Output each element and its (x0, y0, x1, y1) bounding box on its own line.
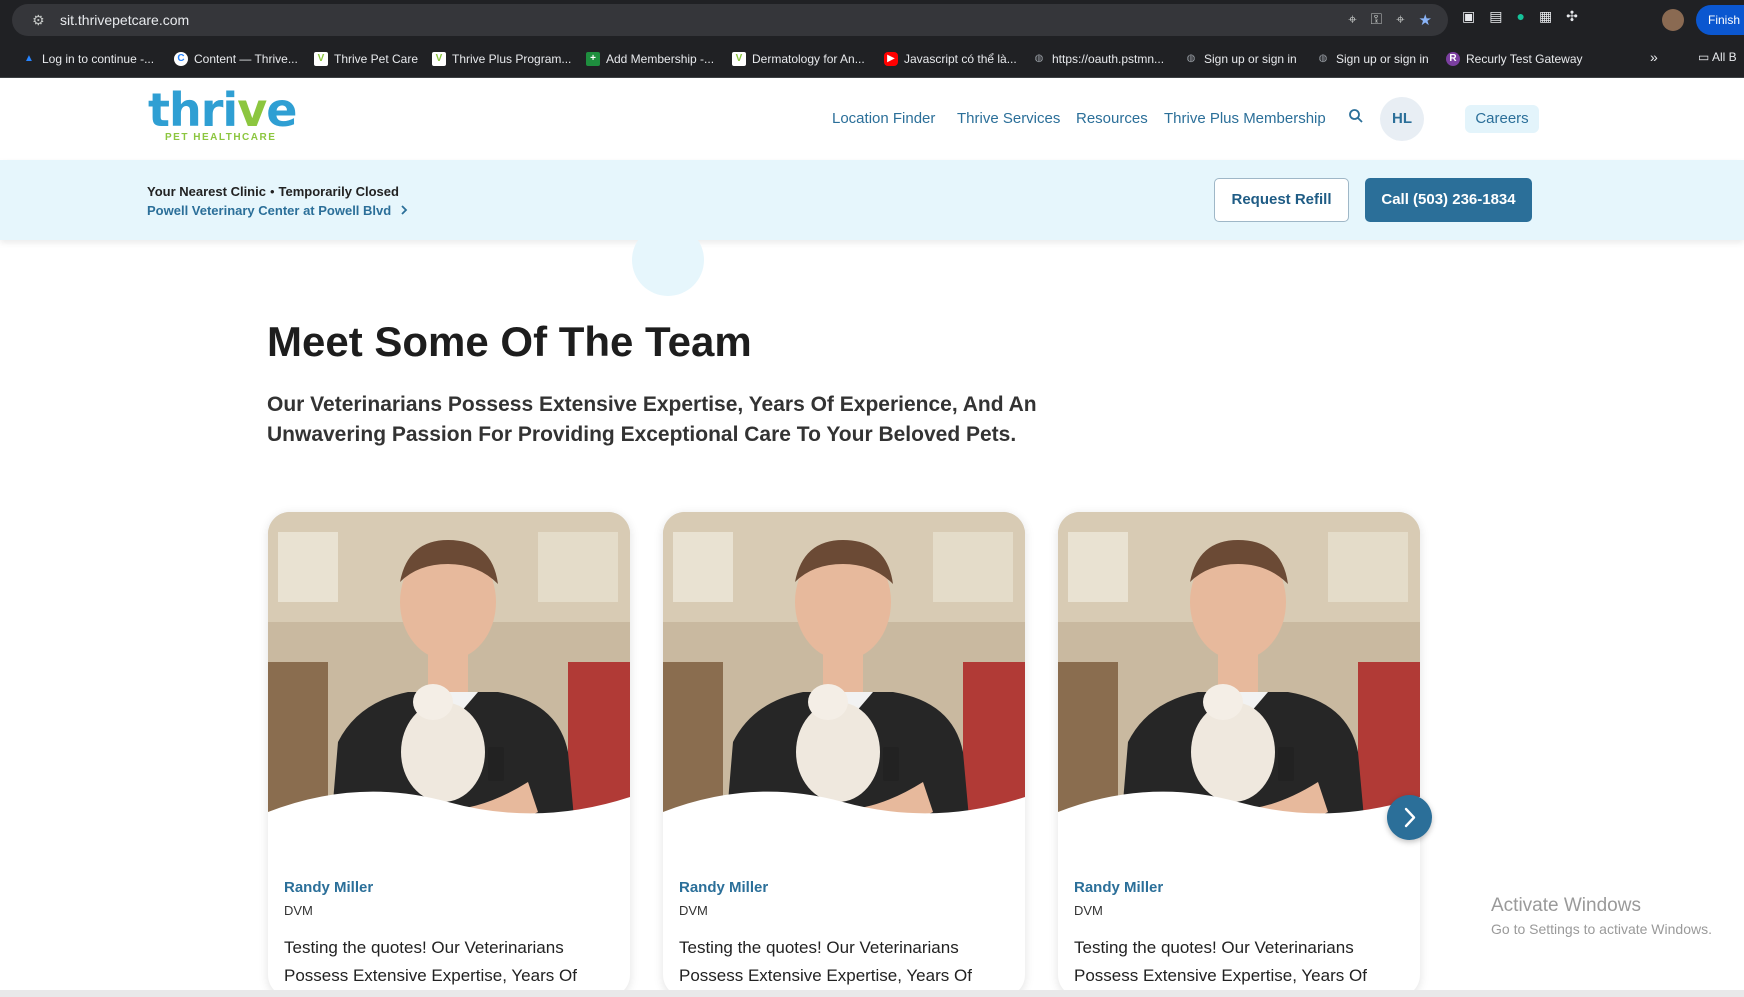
location-icon[interactable]: ⌖ (1348, 11, 1356, 29)
logo-wordmark: thrive (148, 83, 297, 137)
team-member-quote: Testing the quotes! Our Veterinarians Po… (284, 938, 577, 985)
url-text[interactable]: sit.thrivepetcare.com (60, 12, 189, 28)
bookmark-item[interactable]: V Thrive Plus Program... (432, 50, 571, 68)
globe-icon: ◍ (1034, 53, 1044, 64)
youtube-icon: ▶ (884, 52, 898, 66)
team-member-card[interactable]: Randy Miller DVM Testing the quotes! Our… (1058, 512, 1420, 997)
careers-button[interactable]: Careers (1465, 105, 1539, 133)
chevron-right-icon (1387, 807, 1432, 844)
team-member-title: DVM (679, 903, 708, 918)
chevron-right-icon (395, 203, 409, 218)
nav-thrive-services[interactable]: Thrive Services (957, 110, 1060, 127)
browser-toolbar: ⚙ sit.thrivepetcare.com ⌖ ⚿ ⌖ ★ ▣ ▤ ● ▦ … (0, 0, 1744, 40)
decorative-circle (632, 224, 704, 296)
team-member-photo (268, 512, 630, 862)
bookmark-item[interactable]: ◍ https://oauth.pstmn... (1032, 50, 1164, 68)
taskbar-edge (0, 990, 1744, 997)
team-member-card[interactable]: Randy Miller DVM Testing the quotes! Our… (268, 512, 630, 997)
team-member-name: Randy Miller (284, 879, 374, 896)
bookmark-item[interactable]: + Add Membership -... (586, 50, 714, 68)
team-section-subtitle: Our Veterinarians Possess Extensive Expe… (267, 393, 1037, 446)
team-member-title: DVM (284, 903, 313, 918)
all-bookmarks-folder[interactable]: ▭ All B (1698, 50, 1737, 64)
bookmark-item[interactable]: R Recurly Test Gateway (1446, 50, 1583, 68)
call-clinic-button[interactable]: Call (503) 236-1834 (1365, 178, 1532, 222)
thrive-icon: V (314, 52, 328, 66)
contentful-icon: C (174, 52, 188, 66)
bookmarks-bar: ▲ Log in to continue -... C Content — Thri… (0, 40, 1744, 78)
bookmark-item[interactable]: ▶ Javascript có thể là... (884, 50, 1017, 68)
team-member-title: DVM (1074, 903, 1103, 918)
extensions-bar: ▣ ▤ ● ▦ ✣ (1462, 8, 1578, 25)
key-icon[interactable]: ⚿ (1371, 11, 1382, 29)
search-icon[interactable] (1348, 108, 1364, 129)
bookmark-item[interactable]: C Content — Thrive... (174, 50, 298, 68)
bookmark-star-icon[interactable]: ★ (1419, 11, 1432, 29)
globe-icon: ◍ (1186, 53, 1196, 64)
team-member-card[interactable]: Randy Miller DVM Testing the quotes! Our… (663, 512, 1025, 997)
team-member-name: Randy Miller (1074, 879, 1164, 896)
user-avatar[interactable]: HL (1380, 97, 1424, 141)
carousel-next-button[interactable] (1387, 795, 1432, 840)
team-section-title: Meet Some Of The Team (267, 318, 752, 365)
request-refill-button[interactable]: Request Refill (1214, 178, 1349, 222)
thrive-icon: V (432, 52, 446, 66)
team-member-quote: Testing the quotes! Our Veterinarians Po… (1074, 938, 1367, 985)
bookmark-item[interactable]: ◍ Sign up or sign in (1316, 50, 1429, 68)
bookmark-item[interactable]: V Thrive Pet Care (314, 50, 418, 68)
thrive-icon: V (732, 52, 746, 66)
calendar-extension-icon[interactable]: ▦ (1539, 8, 1552, 25)
nav-thrive-plus-membership[interactable]: Thrive Plus Membership (1164, 110, 1326, 127)
translate-extension-icon[interactable]: ▤ (1489, 8, 1502, 25)
nearest-clinic-bar: Your Nearest Clinic • Temporarily Closed P… (0, 160, 1744, 240)
atlassian-icon: ▲ (24, 53, 34, 64)
address-bar[interactable]: ⚙ sit.thrivepetcare.com ⌖ ⚿ ⌖ ★ (12, 4, 1448, 36)
extensions-puzzle-icon[interactable]: ✣ (1566, 8, 1578, 25)
site-info-icon[interactable]: ⚙ (32, 12, 45, 29)
team-member-photo (663, 512, 1025, 862)
nav-resources[interactable]: Resources (1076, 110, 1148, 127)
clinic-status: Temporarily Closed (278, 184, 399, 199)
team-member-photo (1058, 512, 1420, 862)
team-member-quote: Testing the quotes! Our Veterinarians Po… (679, 938, 972, 985)
globe-icon: ◍ (1318, 53, 1328, 64)
location-pin-icon[interactable]: ⌖ (1396, 11, 1404, 29)
folder-icon: ▭ (1698, 50, 1710, 64)
clinic-link[interactable]: Powell Veterinary Center at Powell Blvd (147, 203, 409, 218)
clinic-status-line: Your Nearest Clinic • Temporarily Closed (147, 184, 399, 199)
bookmark-item[interactable]: V Dermatology for An... (732, 50, 865, 68)
windows-activation-watermark: Activate Windows Go to Settings to activ… (1491, 895, 1712, 937)
finish-update-button[interactable]: Finish u (1696, 5, 1744, 35)
bookmark-item[interactable]: ▲ Log in to continue -... (22, 50, 154, 68)
thrive-logo[interactable]: thrive PET HEALTHCARE (148, 83, 297, 143)
grammarly-extension-icon[interactable]: ● (1516, 8, 1524, 25)
plus-icon: + (586, 52, 600, 66)
omnibox-icons: ⌖ ⚿ ⌖ ★ (1348, 11, 1432, 29)
site-header: thrive PET HEALTHCARE Location Finder Th… (0, 78, 1744, 160)
team-member-name: Randy Miller (679, 879, 769, 896)
more-bookmarks-chevron-icon[interactable]: » (1650, 49, 1658, 65)
profile-avatar[interactable] (1662, 9, 1684, 31)
bookmark-item[interactable]: ◍ Sign up or sign in (1184, 50, 1297, 68)
recurly-icon: R (1446, 52, 1460, 66)
nav-location-finder[interactable]: Location Finder (832, 110, 935, 127)
notion-extension-icon[interactable]: ▣ (1462, 8, 1475, 25)
